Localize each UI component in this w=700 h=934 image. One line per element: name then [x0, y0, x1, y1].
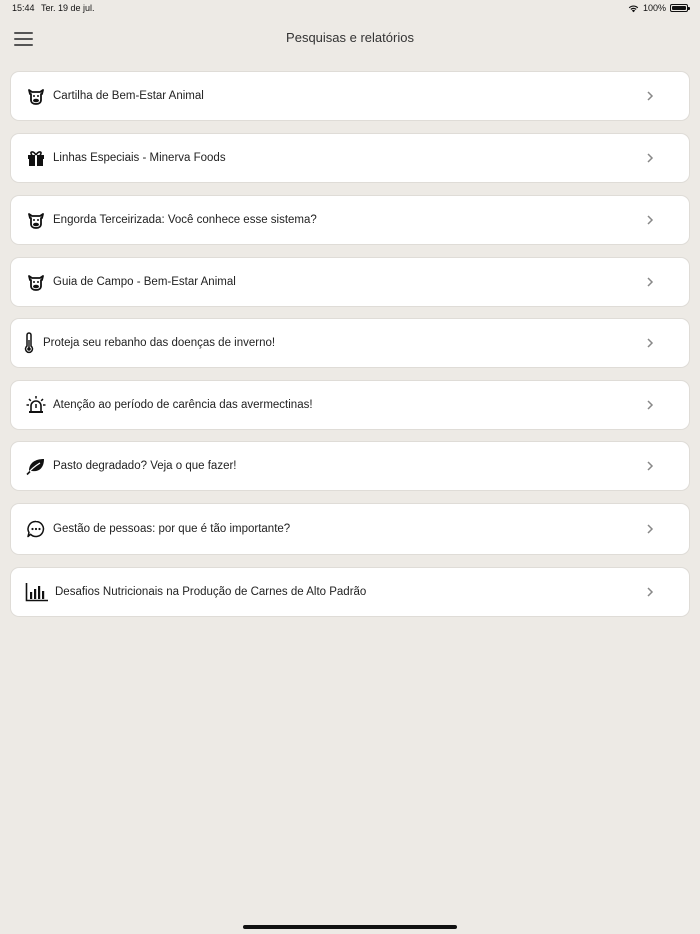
- cow-icon: [25, 85, 47, 107]
- cow-icon: [25, 209, 47, 231]
- battery-percent: 100%: [642, 3, 666, 13]
- list-item-label: Linhas Especiais - Minerva Foods: [53, 152, 226, 164]
- chat-bubble-icon: [25, 518, 47, 540]
- status-bar: 15:44 Ter. 19 de jul. 100%: [0, 0, 700, 16]
- list-item-label: Pasto degradado? Veja o que fazer!: [53, 460, 237, 472]
- bar-chart-icon: [25, 581, 49, 603]
- list-item-engorda-terceirizada[interactable]: Engorda Terceirizada: Você conhece esse …: [11, 196, 689, 244]
- list-item-cartilha[interactable]: Cartilha de Bem-Estar Animal: [11, 72, 689, 120]
- list-item-gestao-de-pessoas[interactable]: Gestão de pessoas: por que é tão importa…: [11, 504, 689, 554]
- chevron-right-icon: [645, 585, 659, 599]
- chevron-right-icon: [645, 213, 659, 227]
- gift-icon: [25, 147, 47, 169]
- list-item-label: Cartilha de Bem-Estar Animal: [53, 90, 204, 102]
- list-item-label: Guia de Campo - Bem-Estar Animal: [53, 276, 236, 288]
- chevron-right-icon: [645, 522, 659, 536]
- chevron-right-icon: [645, 275, 659, 289]
- nav-bar: Pesquisas e relatórios: [0, 16, 700, 62]
- list-item-guia-de-campo[interactable]: Guia de Campo - Bem-Estar Animal: [11, 258, 689, 306]
- list-item-label: Atenção ao período de carência das averm…: [53, 399, 313, 411]
- list-item-linhas-especiais[interactable]: Linhas Especiais - Minerva Foods: [11, 134, 689, 182]
- list-item-label: Proteja seu rebanho das doenças de inver…: [43, 337, 276, 349]
- list-item-label: Gestão de pessoas: por que é tão importa…: [53, 523, 291, 535]
- chevron-right-icon: [645, 336, 659, 350]
- home-indicator[interactable]: [243, 925, 457, 929]
- status-date: Ter. 19 de jul.: [41, 3, 95, 13]
- thermometer-icon: [21, 332, 37, 354]
- chevron-right-icon: [645, 151, 659, 165]
- chevron-right-icon: [645, 459, 659, 473]
- alarm-light-icon: [25, 394, 47, 416]
- list-item-label: Desafios Nutricionais na Produção de Car…: [55, 586, 367, 598]
- chevron-right-icon: [645, 89, 659, 103]
- list-item-desafios-nutricionais[interactable]: Desafios Nutricionais na Produção de Car…: [11, 568, 689, 616]
- list-item-avermectinas[interactable]: Atenção ao período de carência das averm…: [11, 381, 689, 429]
- list-item-pasto-degradado[interactable]: Pasto degradado? Veja o que fazer!: [11, 442, 689, 490]
- leaf-icon: [25, 455, 47, 477]
- page-title: Pesquisas e relatórios: [286, 30, 414, 45]
- cow-icon: [25, 271, 47, 293]
- battery-icon: [670, 4, 690, 12]
- list-item-doencas-de-inverno[interactable]: Proteja seu rebanho das doenças de inver…: [11, 319, 689, 367]
- list-item-label: Engorda Terceirizada: Você conhece esse …: [53, 214, 317, 226]
- chevron-right-icon: [645, 398, 659, 412]
- status-time: 15:44: [12, 3, 35, 13]
- status-right: 100%: [628, 3, 690, 13]
- wifi-icon: [628, 4, 639, 12]
